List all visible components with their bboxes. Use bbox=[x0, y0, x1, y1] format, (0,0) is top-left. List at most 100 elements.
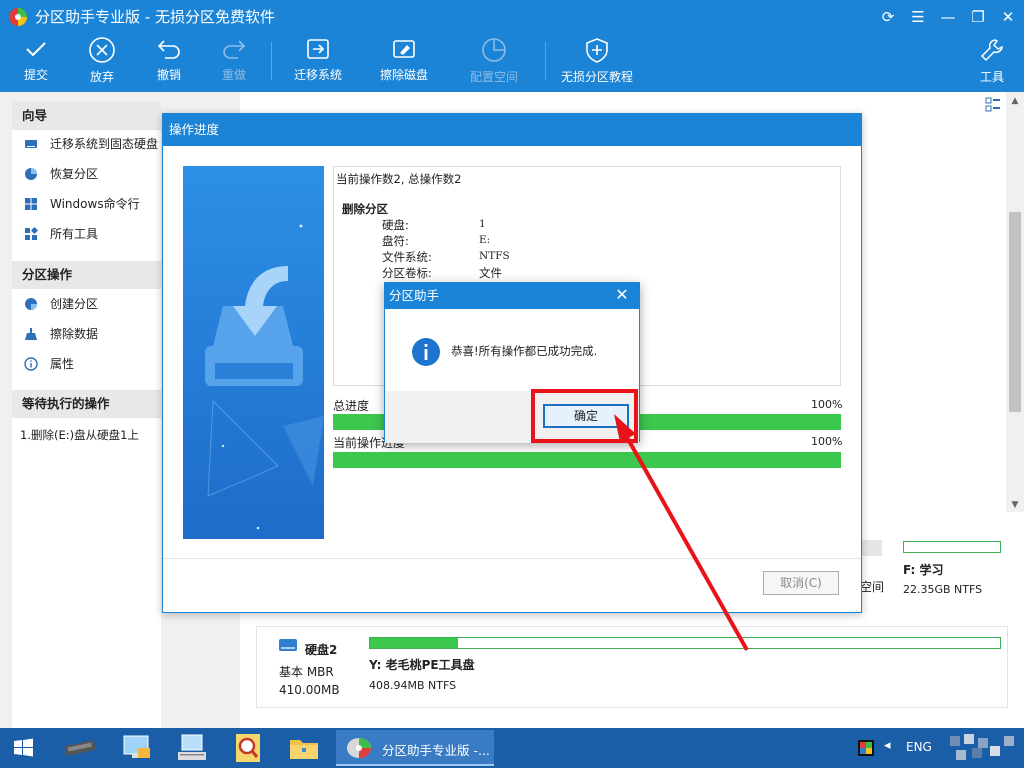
log-field-label: 盘符: bbox=[382, 234, 409, 248]
app-header: 分区助手专业版 - 无损分区免费软件 ⟳ ☰ — ❐ ✕ 提交 放弃 撤销 重做… bbox=[0, 0, 1024, 92]
disk2-type: 基本 MBR bbox=[279, 665, 334, 679]
disk2-row[interactable]: 硬盘2 基本 MBR 410.00MB Y: 老毛桃PE工具盘 408.94MB… bbox=[256, 626, 1008, 708]
current-progress-bar bbox=[333, 452, 841, 468]
hard-disk-icon bbox=[279, 639, 297, 651]
log-field-value: E: bbox=[479, 234, 491, 246]
wrench-icon bbox=[980, 39, 1003, 62]
shield-plus-icon bbox=[586, 38, 608, 63]
progress-dialog-footer bbox=[163, 558, 861, 614]
undo-button[interactable]: 撤销 bbox=[145, 36, 193, 88]
partition-y-usage-bar[interactable] bbox=[369, 637, 1001, 649]
wipe-disk-label: 擦除磁盘 bbox=[379, 68, 428, 82]
taskbar-active-app[interactable]: 分区助手专业版 -... bbox=[336, 730, 494, 766]
clock-pie-icon bbox=[482, 38, 506, 62]
vertical-scrollbar[interactable]: ▲ ▼ bbox=[1006, 92, 1024, 512]
tools-grid-icon bbox=[25, 227, 38, 240]
discard-label: 放弃 bbox=[89, 70, 114, 84]
partition-fragment-label: 空间 bbox=[860, 580, 885, 594]
undo-icon bbox=[157, 40, 180, 59]
info-icon bbox=[412, 338, 440, 366]
sidebar-item-label: 擦除数据 bbox=[50, 327, 99, 341]
migrate-system-button[interactable]: 迁移系统 bbox=[288, 36, 348, 88]
scroll-up-icon[interactable]: ▲ bbox=[1010, 96, 1020, 106]
undo-label: 撤销 bbox=[156, 68, 181, 82]
language-indicator[interactable]: ENG bbox=[906, 740, 932, 754]
display-settings-icon[interactable] bbox=[858, 740, 874, 756]
window-title: 分区助手专业版 - 无损分区免费软件 bbox=[35, 8, 275, 26]
sidebar-item-label: 属性 bbox=[50, 357, 75, 371]
log-field-value: 1 bbox=[479, 218, 486, 230]
tutorial-label: 无损分区教程 bbox=[560, 70, 633, 84]
refresh-icon[interactable]: ⟳ bbox=[877, 6, 899, 28]
log-field-label: 硬盘: bbox=[382, 218, 409, 232]
sidebar-item-windows-cmd[interactable]: Windows命令行 bbox=[12, 190, 161, 218]
wipe-disk-button[interactable]: 擦除磁盘 bbox=[374, 36, 434, 88]
sidebar-item-properties[interactable]: 属性 bbox=[12, 350, 161, 378]
partition-y-name: Y: 老毛桃PE工具盘 bbox=[369, 658, 475, 672]
taskbar-app-network[interactable] bbox=[114, 730, 158, 766]
windows-start-icon bbox=[14, 738, 33, 757]
partition-f-name: F: 学习 bbox=[903, 563, 944, 577]
sidebar-item-label: 所有工具 bbox=[50, 227, 99, 241]
info-icon bbox=[24, 357, 38, 371]
toolbar-divider bbox=[545, 42, 546, 80]
scroll-thumb[interactable] bbox=[1009, 212, 1021, 412]
sidebar-item-create-partition[interactable]: 创建分区 bbox=[12, 290, 161, 318]
menu-icon[interactable]: ☰ bbox=[907, 6, 929, 28]
log-field-value: NTFS bbox=[479, 250, 510, 262]
sidebar-item-migrate-ssd[interactable]: 迁移系统到固态硬盘 bbox=[12, 130, 161, 158]
allocate-space-button[interactable]: 配置空间 bbox=[464, 36, 524, 88]
start-button[interactable] bbox=[2, 730, 46, 766]
operation-title: 删除分区 bbox=[342, 202, 388, 216]
title-bar: 分区助手专业版 - 无损分区免费软件 ⟳ ☰ — ❐ ✕ bbox=[0, 0, 1024, 34]
progress-dialog-title: 操作进度 bbox=[163, 114, 861, 146]
cancel-button[interactable]: 取消(C) bbox=[763, 571, 839, 595]
log-field-value: 文件 bbox=[479, 266, 502, 280]
disk2-name: 硬盘2 bbox=[305, 643, 338, 657]
tutorial-button[interactable]: 无损分区教程 bbox=[557, 36, 637, 88]
restore-icon[interactable]: ❐ bbox=[967, 6, 989, 28]
taskbar-app-keyboard[interactable] bbox=[170, 730, 214, 766]
taskbar-active-label: 分区助手专业版 -... bbox=[382, 743, 490, 758]
windows-icon bbox=[25, 198, 37, 210]
app-logo-icon bbox=[9, 8, 27, 26]
blurred-clock-area bbox=[950, 734, 1014, 760]
redo-button[interactable]: 重做 bbox=[210, 36, 258, 88]
partition-y-usage-fill bbox=[370, 638, 459, 648]
wipe-disk-icon bbox=[393, 40, 415, 58]
message-text: 恭喜!所有操作都已成功完成. bbox=[451, 344, 598, 358]
taskbar: 分区助手专业版 -... ◂ ENG bbox=[0, 728, 1024, 768]
taskbar-app-search[interactable] bbox=[226, 730, 270, 766]
toolbar-divider bbox=[271, 42, 272, 80]
submit-label: 提交 bbox=[23, 68, 48, 82]
sidebar-item-all-tools[interactable]: 所有工具 bbox=[12, 220, 161, 248]
keyboard-computer-icon bbox=[178, 734, 206, 760]
total-progress-label: 总进度 bbox=[333, 399, 370, 413]
sidebar-item-wipe-data[interactable]: 擦除数据 bbox=[12, 320, 161, 348]
pie-restore-icon bbox=[25, 168, 37, 180]
migrate-icon bbox=[307, 39, 329, 59]
scroll-down-icon[interactable]: ▼ bbox=[1010, 500, 1020, 510]
partition-y-size: 408.94MB NTFS bbox=[369, 679, 457, 692]
pending-ops-header: 等待执行的操作 bbox=[12, 390, 161, 418]
check-icon bbox=[26, 42, 46, 57]
submit-button[interactable]: 提交 bbox=[12, 36, 60, 88]
install-illustration-icon bbox=[183, 166, 324, 539]
sidebar-item-restore-partition[interactable]: 恢复分区 bbox=[12, 160, 161, 188]
minimize-icon[interactable]: — bbox=[937, 6, 959, 28]
discard-button[interactable]: 放弃 bbox=[78, 36, 126, 88]
tools-button[interactable]: 工具 bbox=[972, 36, 1012, 88]
magnifier-icon bbox=[236, 734, 260, 762]
volume-icon[interactable]: ◂ bbox=[884, 738, 891, 753]
partition-assistant-icon bbox=[347, 738, 371, 758]
taskbar-app-chip[interactable] bbox=[58, 730, 102, 766]
partition-f-size: 22.35GB NTFS bbox=[903, 583, 983, 596]
close-window-icon[interactable]: ✕ bbox=[997, 6, 1019, 28]
sidebar-item-label: Windows命令行 bbox=[50, 197, 140, 211]
taskbar-app-explorer[interactable] bbox=[282, 730, 326, 766]
partition-f-card[interactable]: F: 学习 22.35GB NTFS bbox=[895, 535, 1005, 601]
message-box-title: 分区助手 bbox=[385, 283, 639, 309]
close-icon[interactable]: ✕ bbox=[613, 286, 631, 304]
tools-label: 工具 bbox=[979, 70, 1004, 84]
view-toggle-icon[interactable] bbox=[984, 96, 1002, 114]
